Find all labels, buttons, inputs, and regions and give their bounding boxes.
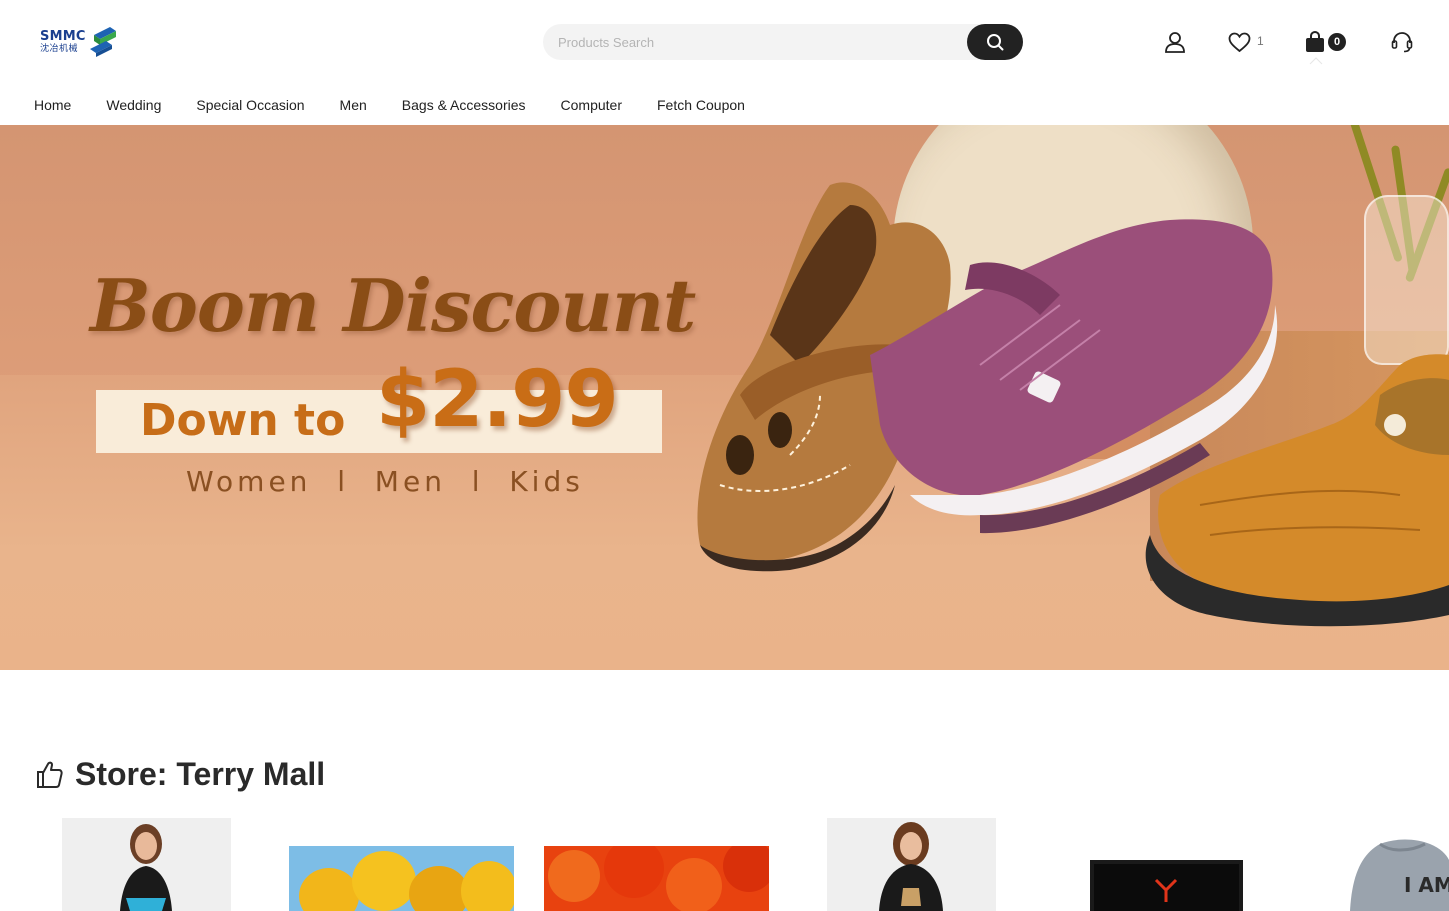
banner-price: $2.99 (376, 355, 619, 445)
product-thumbnail[interactable] (544, 846, 769, 911)
search-input[interactable] (543, 24, 963, 60)
search-icon (987, 34, 1004, 51)
product-image: I AM (1340, 834, 1449, 911)
nav-item-men[interactable]: Men (340, 97, 367, 113)
thumbs-up-icon (37, 761, 63, 788)
heart-icon (1228, 32, 1251, 52)
cart-button[interactable]: 0 (1304, 30, 1346, 54)
wishlist-button[interactable]: 1 (1228, 30, 1264, 54)
shoes-product-image (697, 182, 1449, 627)
product-image (827, 818, 996, 911)
brand-subname: 沈冶机械 (40, 44, 79, 54)
cart-count-badge: 0 (1328, 33, 1346, 51)
support-button[interactable] (1390, 30, 1414, 54)
headset-icon (1391, 32, 1413, 53)
product-thumbnail[interactable] (1090, 860, 1243, 911)
product-thumbnail[interactable] (827, 818, 996, 911)
store-title: Store: Terry Mall (75, 755, 326, 792)
product-image (1090, 860, 1243, 911)
product-image (544, 846, 769, 911)
product-image (289, 846, 514, 911)
hero-banner[interactable]: Boom Discount Down to $2.99 Women l Men … (0, 125, 1449, 670)
account-button[interactable] (1164, 30, 1186, 54)
svg-text:I AM: I AM (1404, 873, 1449, 897)
cart-dropdown-caret-icon (1309, 57, 1323, 65)
search-bar (543, 24, 1023, 60)
user-icon (1165, 32, 1185, 53)
site-header: SMMC 沈冶机械 1 (0, 0, 1449, 84)
nav-item-wedding[interactable]: Wedding (106, 97, 161, 113)
nav-item-computer[interactable]: Computer (561, 97, 622, 113)
main-nav: Home Wedding Special Occasion Men Bags &… (0, 84, 1449, 125)
brand-logo[interactable]: SMMC 沈冶机械 (40, 22, 124, 62)
search-button[interactable] (967, 24, 1023, 60)
banner-headline: Boom Discount (90, 263, 696, 348)
nav-item-bags-accessories[interactable]: Bags & Accessories (402, 97, 526, 113)
store-heading: Store: Terry Mall (35, 754, 325, 794)
nav-item-home[interactable]: Home (34, 97, 71, 113)
banner-price-prefix: Down to (140, 395, 346, 446)
wishlist-count: 1 (1257, 34, 1264, 48)
banner-categories: Women l Men l Kids (186, 465, 584, 498)
brand-name: SMMC (40, 29, 86, 44)
product-image (62, 818, 231, 911)
brand-mark-icon (89, 27, 116, 57)
nav-item-special-occasion[interactable]: Special Occasion (196, 97, 304, 113)
product-thumbnail[interactable] (62, 818, 231, 911)
product-thumbnail[interactable]: I AM (1340, 834, 1449, 911)
nav-item-fetch-coupon[interactable]: Fetch Coupon (657, 97, 745, 113)
product-thumbnail[interactable] (289, 846, 514, 911)
shopping-bag-icon (1306, 31, 1324, 52)
